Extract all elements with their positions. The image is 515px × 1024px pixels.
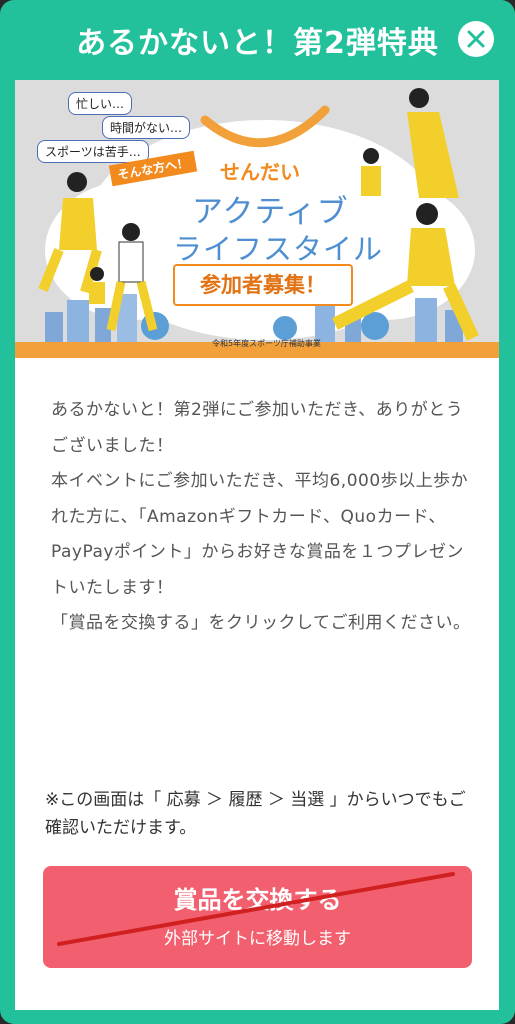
exchange-modal: あるかないと！第2弾特典 忙しい… 時間がない… スポーツは苦手… そんな方へ！… <box>0 0 515 1024</box>
modal-content: 忙しい… 時間がない… スポーツは苦手… そんな方へ！ せんだい アクティブ ラ… <box>15 80 499 1010</box>
modal-title: あるかないと！第2弾特典 <box>76 26 439 61</box>
strike-through-mark <box>57 872 455 946</box>
campaign-banner: 忙しい… 時間がない… スポーツは苦手… そんな方へ！ せんだい アクティブ ラ… <box>15 80 499 358</box>
history-note: ※この画面は「 応募 ＞ 履歴 ＞ 当選 」からいつでもご確認いただけます。 <box>45 790 466 838</box>
speech-bubble: 時間がない… <box>102 116 191 139</box>
message-paragraph: 「賞品を交換する」をクリックしてご利用ください。 <box>51 613 471 633</box>
speech-bubble: 忙しい… <box>68 92 133 115</box>
modal-header: あるかないと！第2弾特典 <box>0 0 515 80</box>
message-body: あるかないと！第2弾にご参加いただき、ありがとうございました！ 本イベントにご参… <box>51 393 471 642</box>
brand-title-line2: ライフスタイル <box>173 232 384 266</box>
close-button[interactable] <box>458 21 494 57</box>
close-icon <box>467 30 485 48</box>
message-paragraph: 本イベントにご参加いただき、平均6,000歩以上歩かれた方に、「Amazonギフ… <box>51 471 469 598</box>
speech-bubble: スポーツは苦手… <box>37 140 149 163</box>
exchange-prize-button[interactable]: 賞品を交換する 外部サイトに移動します <box>43 866 472 968</box>
recruit-label: 参加者募集！ <box>173 264 353 306</box>
brand-title-line1: アクティブ <box>192 194 349 230</box>
brand-name-small: せんだい <box>220 160 300 184</box>
message-paragraph: あるかないと！第2弾にご参加いただき、ありがとうございました！ <box>51 400 464 456</box>
banner-footnote: 令和5年度スポーツ庁補助事業 <box>212 339 321 348</box>
